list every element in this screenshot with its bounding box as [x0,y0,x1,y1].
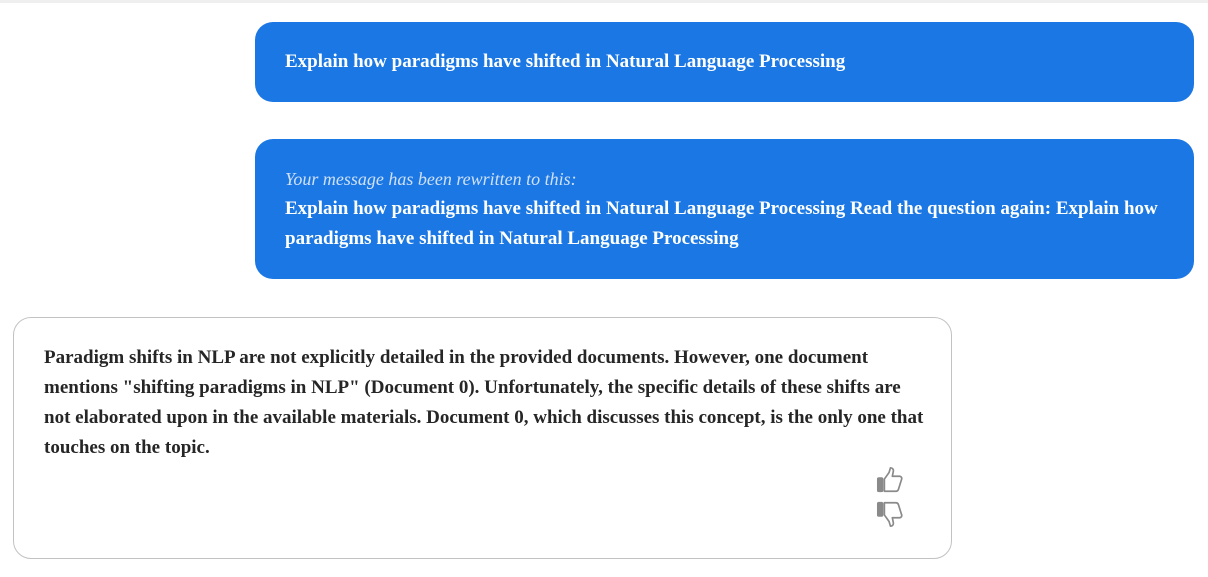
thumbs-down-button[interactable] [874,498,906,530]
user-message-rewritten: Your message has been rewritten to this:… [255,139,1194,279]
user-message: Explain how paradigms have shifted in Na… [255,22,1194,102]
thumbs-down-icon [876,501,903,528]
user-message-text: Explain how paradigms have shifted in Na… [285,51,846,72]
thumbs-up-button[interactable] [874,464,906,496]
assistant-message-text: Paradigm shifts in NLP are not explicitl… [44,347,924,458]
rewrite-note: Your message has been rewritten to this: [285,169,577,189]
rewritten-message-text: Explain how paradigms have shifted in Na… [285,198,1158,249]
feedback-controls [873,464,907,530]
thumbs-up-icon [876,466,903,493]
assistant-message: Paradigm shifts in NLP are not explicitl… [13,317,952,559]
chat-conversation: Explain how paradigms have shifted in Na… [0,0,1208,577]
top-divider [0,0,1208,3]
